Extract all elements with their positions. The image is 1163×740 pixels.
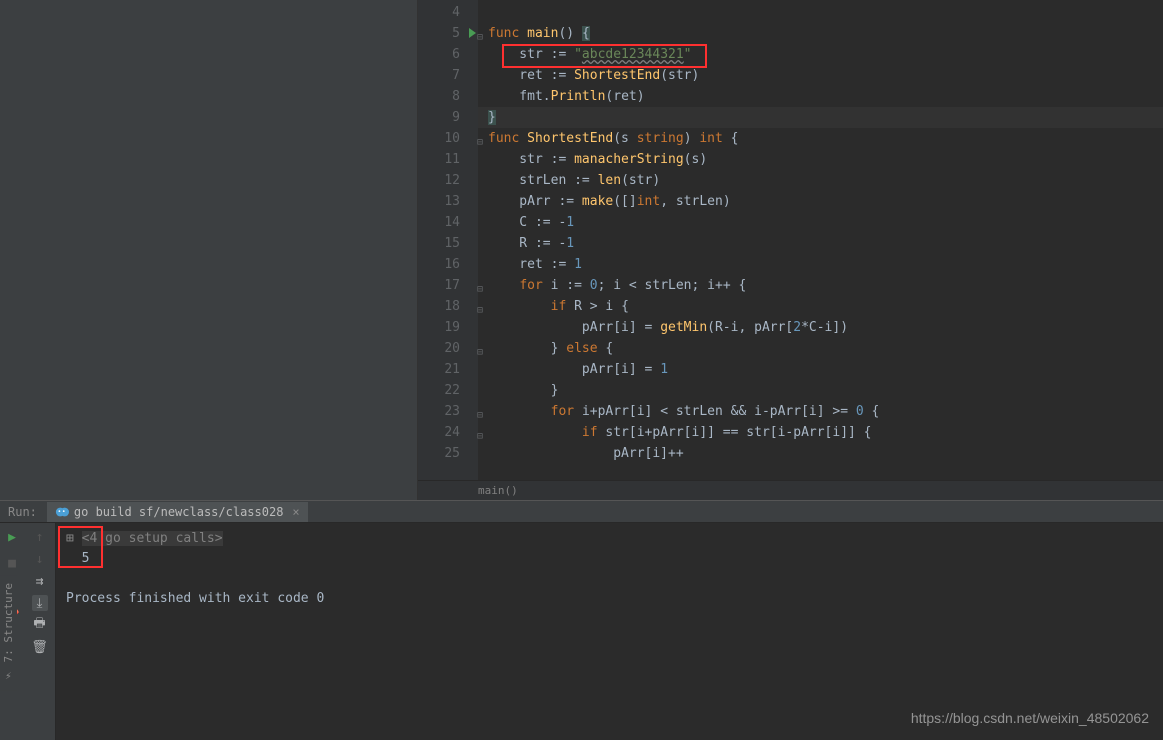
line-number: 12 <box>418 170 478 191</box>
code-line[interactable] <box>478 2 1163 23</box>
code-line[interactable]: C := -1 <box>478 212 1163 233</box>
run-toolbar-secondary: ↑ ↓ ⇉ ⤓ 🖶 🗑 <box>24 523 56 740</box>
line-number: 5 <box>418 23 478 44</box>
line-number: 10 <box>418 128 478 149</box>
wrap-icon[interactable]: ⇉ <box>32 573 48 589</box>
line-number: 7 <box>418 65 478 86</box>
close-icon[interactable]: × <box>292 505 299 519</box>
code-line[interactable]: ⊟func ShortestEnd(s string) int { <box>478 128 1163 149</box>
blank-line <box>66 569 1153 589</box>
fold-icon[interactable]: ⊟ <box>477 342 487 352</box>
run-tab[interactable]: go build sf/newclass/class028 × <box>47 502 308 522</box>
line-number: 16 <box>418 254 478 275</box>
code-line[interactable]: str := manacherString(s) <box>478 149 1163 170</box>
exit-code-line: Process finished with exit code 0 <box>66 589 1153 609</box>
run-panel: Run: go build sf/newclass/class028 × ▶ ■… <box>0 500 1163 740</box>
fold-icon[interactable] <box>477 111 487 121</box>
down-icon[interactable]: ↓ <box>32 551 48 567</box>
code-line[interactable]: strLen := len(str) <box>478 170 1163 191</box>
structure-tool-tab[interactable]: ⚡ 7: Structure <box>0 575 17 690</box>
editor-panel: 45678910111213141516171819202122232425 ⊟… <box>418 0 1163 500</box>
fold-icon[interactable]: ⊟ <box>477 426 487 436</box>
code-line[interactable]: } <box>478 107 1163 128</box>
line-gutter: 45678910111213141516171819202122232425 <box>418 0 478 480</box>
line-number: 22 <box>418 380 478 401</box>
trash-icon[interactable]: 🗑 <box>32 639 48 655</box>
code-line[interactable]: ret := ShortestEnd(str) <box>478 65 1163 86</box>
scroll-icon[interactable]: ⤓ <box>32 595 48 611</box>
stop-icon[interactable]: ■ <box>4 555 20 571</box>
code-editor[interactable]: 45678910111213141516171819202122232425 ⊟… <box>418 0 1163 480</box>
code-line[interactable]: R := -1 <box>478 233 1163 254</box>
code-line[interactable]: ⊟ if R > i { <box>478 296 1163 317</box>
line-number: 21 <box>418 359 478 380</box>
fold-toggle-icon[interactable]: ⊞ <box>66 531 82 546</box>
run-tab-title: go build sf/newclass/class028 <box>74 505 284 519</box>
code-line[interactable]: pArr[i] = getMin(R-i, pArr[2*C-i]) <box>478 317 1163 338</box>
line-number: 24 <box>418 422 478 443</box>
go-icon <box>55 505 69 519</box>
code-line[interactable]: ret := 1 <box>478 254 1163 275</box>
line-number: 14 <box>418 212 478 233</box>
run-gutter-icon[interactable] <box>469 28 476 38</box>
line-number: 11 <box>418 149 478 170</box>
line-number: 15 <box>418 233 478 254</box>
print-icon[interactable]: 🖶 <box>32 617 48 633</box>
up-icon[interactable]: ↑ <box>32 529 48 545</box>
code-line[interactable]: ⊟func main() { <box>478 23 1163 44</box>
code-line[interactable]: ⊟ for i+pArr[i] < strLen && i-pArr[i] >=… <box>478 401 1163 422</box>
fold-icon[interactable]: ⊟ <box>477 279 487 289</box>
line-number: 8 <box>418 86 478 107</box>
run-header: Run: go build sf/newclass/class028 × <box>0 501 1163 523</box>
console-output[interactable]: ⊞ <4 go setup calls> 5 Process finished … <box>56 523 1163 740</box>
code-line[interactable]: ⊟ } else { <box>478 338 1163 359</box>
line-number: 18 <box>418 296 478 317</box>
run-label: Run: <box>8 505 37 519</box>
line-number: 19 <box>418 317 478 338</box>
setup-calls-text: <4 go setup calls> <box>82 531 223 546</box>
line-number: 25 <box>418 443 478 464</box>
code-line[interactable]: } <box>478 380 1163 401</box>
code-line[interactable]: fmt.Println(ret) <box>478 86 1163 107</box>
output-value: 5 <box>66 549 1153 569</box>
fold-icon[interactable] <box>477 384 487 394</box>
fold-icon[interactable]: ⊟ <box>477 405 487 415</box>
code-line[interactable]: pArr[i] = 1 <box>478 359 1163 380</box>
code-line[interactable]: ⊟ for i := 0; i < strLen; i++ { <box>478 275 1163 296</box>
line-number: 4 <box>418 2 478 23</box>
line-number: 20 <box>418 338 478 359</box>
line-number: 23 <box>418 401 478 422</box>
fold-icon[interactable]: ⊟ <box>477 27 487 37</box>
line-number: 13 <box>418 191 478 212</box>
code-line[interactable]: pArr[i]++ <box>478 443 1163 464</box>
breadcrumb[interactable]: main() <box>418 480 1163 500</box>
code-content[interactable]: ⊟func main() { str := "abcde12344321" re… <box>478 0 1163 480</box>
code-line[interactable]: str := "abcde12344321" <box>478 44 1163 65</box>
line-number: 17 <box>418 275 478 296</box>
code-line[interactable]: pArr := make([]int, strLen) <box>478 191 1163 212</box>
watermark: https://blog.csdn.net/weixin_48502062 <box>911 710 1149 726</box>
code-line[interactable]: ⊟ if str[i+pArr[i]] == str[i-pArr[i]] { <box>478 422 1163 443</box>
fold-icon[interactable]: ⊟ <box>477 300 487 310</box>
line-number: 6 <box>418 44 478 65</box>
fold-icon[interactable]: ⊟ <box>477 132 487 142</box>
run-icon[interactable]: ▶ <box>4 529 20 545</box>
line-number: 9 <box>418 107 478 128</box>
project-sidebar[interactable] <box>0 0 418 500</box>
